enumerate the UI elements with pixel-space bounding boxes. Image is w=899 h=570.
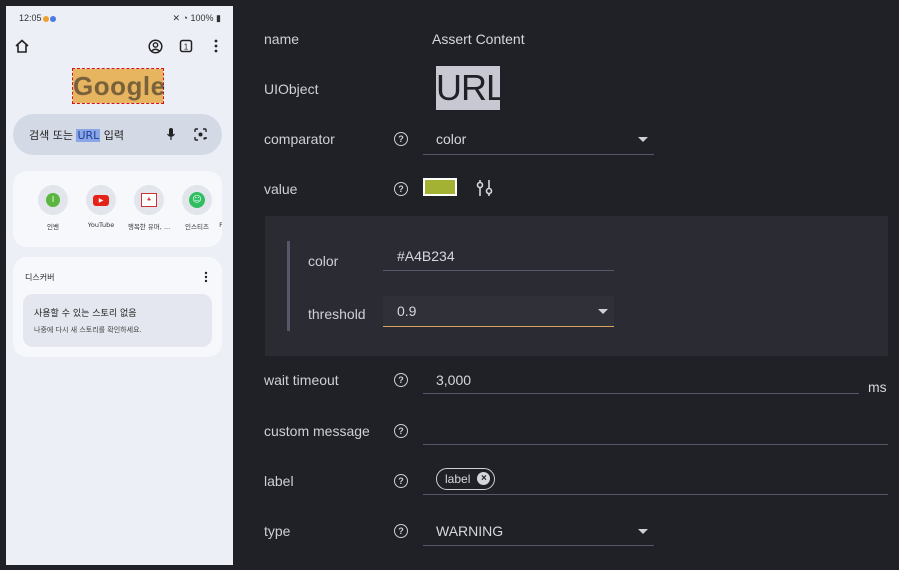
shortcut-item[interactable]: ☺ 인스티즈 [174,185,220,231]
shortcut-item[interactable]: ▶ YouTube [78,185,124,229]
battery-text: 100% [190,13,214,23]
humor-site-icon: ♣ [134,185,164,215]
shortcut-label: 행복한 유머, ... [127,223,171,231]
shortcut-label: 인벤 [47,223,59,231]
google-logo-highlighted[interactable]: Google [72,68,166,104]
help-icon[interactable]: ? [394,424,408,438]
color-value: #A4B234 [397,248,455,264]
account-icon[interactable] [145,36,165,56]
help-icon[interactable]: ? [394,182,408,196]
shortcuts-card: I 인벤 ▶ YouTube ♣ 행복한 유머, ... ☺ 인스티즈 F [13,171,222,247]
color-settings-section: color #A4B234 threshold 0.9 [265,216,888,356]
color-swatch[interactable] [423,178,457,196]
search-text-highlight: URL [76,129,101,142]
chevron-down-icon [638,137,648,142]
search-text-after: 입력 [100,129,125,142]
threshold-select[interactable]: 0.9 [383,296,614,326]
search-bar[interactable]: 검색 또는 URL 입력 [13,114,222,155]
wifi-icon: ◔ [182,13,188,23]
help-icon[interactable]: ? [394,132,408,146]
inven-icon: I [38,185,68,215]
wait-timeout-underline [423,393,859,394]
name-label: name [264,31,300,47]
status-right: ✕ ◔ 100% ▮ [172,13,221,24]
custom-message-label: custom message [264,423,370,439]
home-icon[interactable] [12,36,32,56]
comparator-value: color [436,131,467,147]
section-indent-bar [287,241,290,331]
help-icon[interactable]: ? [394,474,408,488]
wait-timeout-value: 3,000 [436,372,472,388]
help-icon[interactable]: ? [394,373,408,387]
shortcut-item[interactable]: F [215,185,222,229]
value-label: value [264,181,298,197]
name-value: Assert Content [432,31,525,47]
custom-message-underline [423,444,888,445]
browser-toolbar: 1 [6,36,233,58]
chevron-down-icon [638,529,648,534]
google-logo-text: Google [73,71,166,101]
threshold-label: threshold [308,306,366,322]
properties-panel: name Assert Content UIObject URL compara… [233,0,899,570]
chevron-down-icon [598,309,608,314]
label-chip-text: label [445,472,471,486]
comparator-underline [423,154,654,155]
empty-story-box: 사용할 수 있는 스토리 없음 나중에 다시 새 스토리를 확인하세요. [23,294,212,347]
more-vert-icon[interactable] [209,36,223,56]
threshold-focus-underline [383,326,614,327]
type-underline [423,545,654,546]
uiobject-label: UIObject [264,81,319,97]
search-placeholder: 검색 또는 URL 입력 [29,127,124,143]
mic-icon[interactable] [162,125,180,143]
comparator-label: comparator [264,131,335,147]
shortcut-item[interactable]: ♣ 행복한 유머, ... [126,185,172,231]
search-text-before: 검색 또는 [29,129,77,142]
status-bar: 12:05 ✕ ◔ 100% ▮ [6,6,233,30]
color-underline [383,270,614,271]
battery-icon: ▮ [216,13,221,23]
notification-icons [43,14,57,22]
shortcut-item[interactable]: I 인벤 [30,185,76,231]
story-title: 사용할 수 있는 스토리 없음 [34,309,137,319]
discover-title: 디스커버 [25,273,55,282]
wait-timeout-label: wait timeout [264,372,339,388]
type-label: type [264,523,291,539]
uiobject-preview[interactable]: URL [436,66,506,110]
threshold-value: 0.9 [397,303,417,319]
discover-more-icon[interactable] [202,270,210,284]
close-icon[interactable]: × [477,472,491,485]
story-subtitle: 나중에 다시 새 스토리를 확인하세요. [34,326,142,334]
youtube-icon: ▶ [86,185,116,215]
color-label: color [308,253,339,269]
help-icon[interactable]: ? [394,524,408,538]
lens-icon[interactable] [191,125,209,143]
mute-icon: ✕ [172,13,181,23]
status-time: 12:05 [19,13,42,23]
label-field-label: label [264,473,294,489]
discover-card: 디스커버 사용할 수 있는 스토리 없음 나중에 다시 새 스토리를 확인하세요… [13,257,222,357]
shortcut-label: F [219,221,222,229]
type-value: WARNING [436,523,504,539]
shortcut-label: 인스티즈 [185,223,209,231]
svg-text:1: 1 [184,43,189,52]
instiz-icon: ☺ [182,185,212,215]
label-underline [423,494,888,495]
wait-timeout-unit: ms [868,379,887,395]
device-screenshot: 12:05 ✕ ◔ 100% ▮ 1 Google 검색 또는 URL 입력 I… [6,6,233,565]
tune-sliders-icon[interactable] [475,178,495,198]
label-chip[interactable]: label × [436,468,496,490]
shortcut-label: YouTube [87,221,115,229]
tabs-count-icon[interactable]: 1 [176,36,196,56]
